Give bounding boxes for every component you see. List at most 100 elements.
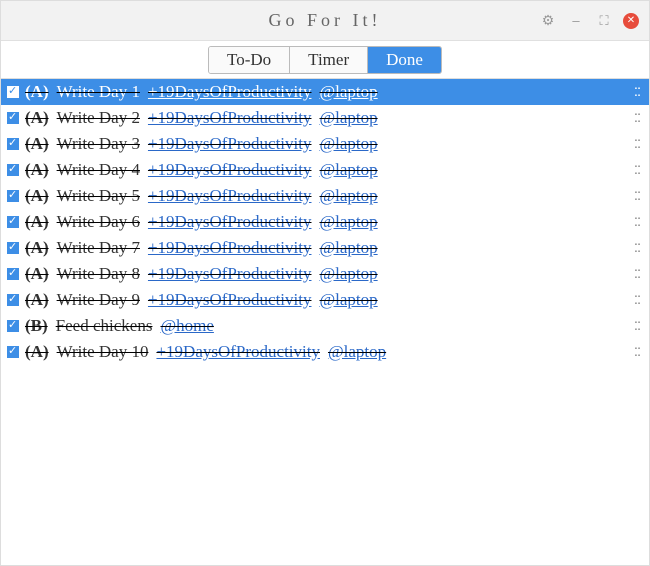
drag-handle-icon[interactable] [627, 189, 641, 203]
task-text: Write Day 1 [57, 82, 140, 102]
task-row[interactable]: (A) Write Day 3 +19DaysOfProductivity @lapt… [1, 131, 649, 157]
task-checkbox[interactable] [7, 346, 19, 358]
task-content: (A) Write Day 7 +19DaysOfProductivity @lapt… [25, 238, 627, 258]
task-context-tag[interactable]: @laptop [319, 160, 377, 180]
drag-handle-icon[interactable] [627, 163, 641, 177]
task-text: Write Day 9 [57, 290, 140, 310]
task-content: (A) Write Day 9 +19DaysOfProductivity @lapt… [25, 290, 627, 310]
task-content: (A) Write Day 3 +19DaysOfProductivity @lapt… [25, 134, 627, 154]
task-checkbox[interactable] [7, 190, 19, 202]
drag-handle-icon[interactable] [627, 293, 641, 307]
task-content: (A) Write Day 1 +19DaysOfProductivity @lapt… [25, 82, 627, 102]
task-priority: (A) [25, 342, 49, 362]
task-text: Write Day 6 [57, 212, 140, 232]
task-text: Feed chickens [56, 316, 153, 336]
task-checkbox[interactable] [7, 112, 19, 124]
task-project-tag[interactable]: +19DaysOfProductivity [148, 264, 312, 284]
task-priority: (A) [25, 212, 49, 232]
task-content: (A) Write Day 10 +19DaysOfProductivity @lap… [25, 342, 627, 362]
task-checkbox[interactable] [7, 268, 19, 280]
task-content: (A) Write Day 8 +19DaysOfProductivity @lapt… [25, 264, 627, 284]
tab-group: To-Do Timer Done [208, 46, 442, 74]
task-project-tag[interactable]: +19DaysOfProductivity [148, 134, 312, 154]
task-priority: (A) [25, 264, 49, 284]
task-context-tag[interactable]: @laptop [319, 238, 377, 258]
task-content: (A) Write Day 5 +19DaysOfProductivity @lapt… [25, 186, 627, 206]
tab-todo[interactable]: To-Do [209, 47, 290, 73]
task-priority: (B) [25, 316, 48, 336]
task-context-tag[interactable]: @home [160, 316, 213, 336]
task-content: (A) Write Day 6 +19DaysOfProductivity @lapt… [25, 212, 627, 232]
drag-handle-icon[interactable] [627, 137, 641, 151]
task-priority: (A) [25, 160, 49, 180]
task-priority: (A) [25, 134, 49, 154]
task-project-tag[interactable]: +19DaysOfProductivity [148, 160, 312, 180]
task-checkbox[interactable] [7, 86, 19, 98]
task-text: Write Day 3 [57, 134, 140, 154]
task-row[interactable]: (A) Write Day 8 +19DaysOfProductivity @lapt… [1, 261, 649, 287]
task-priority: (A) [25, 108, 49, 128]
task-row[interactable]: (A) Write Day 9 +19DaysOfProductivity @lapt… [1, 287, 649, 313]
task-row[interactable]: (A) Write Day 2 +19DaysOfProductivity @lapt… [1, 105, 649, 131]
task-list[interactable]: (A) Write Day 1 +19DaysOfProductivity @lapt… [1, 79, 649, 565]
task-context-tag[interactable]: @laptop [319, 264, 377, 284]
task-text: Write Day 10 [57, 342, 149, 362]
task-priority: (A) [25, 186, 49, 206]
drag-handle-icon[interactable] [627, 319, 641, 333]
task-project-tag[interactable]: +19DaysOfProductivity [148, 212, 312, 232]
task-text: Write Day 4 [57, 160, 140, 180]
task-row[interactable]: (A) Write Day 7 +19DaysOfProductivity @lapt… [1, 235, 649, 261]
task-context-tag[interactable]: @laptop [319, 134, 377, 154]
task-row[interactable]: (A) Write Day 6 +19DaysOfProductivity @lapt… [1, 209, 649, 235]
task-text: Write Day 5 [57, 186, 140, 206]
task-content: (A) Write Day 2 +19DaysOfProductivity @lapt… [25, 108, 627, 128]
tab-timer[interactable]: Timer [290, 47, 368, 73]
task-checkbox[interactable] [7, 320, 19, 332]
maximize-button[interactable]: ⛶ [595, 12, 613, 30]
task-checkbox[interactable] [7, 216, 19, 228]
minimize-button[interactable]: – [567, 12, 585, 30]
task-text: Write Day 2 [57, 108, 140, 128]
task-context-tag[interactable]: @laptop [319, 290, 377, 310]
drag-handle-icon[interactable] [627, 345, 641, 359]
task-project-tag[interactable]: +19DaysOfProductivity [156, 342, 320, 362]
task-context-tag[interactable]: @laptop [319, 82, 377, 102]
task-checkbox[interactable] [7, 294, 19, 306]
task-project-tag[interactable]: +19DaysOfProductivity [148, 186, 312, 206]
drag-handle-icon[interactable] [627, 85, 641, 99]
task-priority: (A) [25, 290, 49, 310]
gear-icon[interactable]: ⚙ [539, 12, 557, 30]
task-context-tag[interactable]: @laptop [319, 108, 377, 128]
task-row[interactable]: (A) Write Day 5 +19DaysOfProductivity @lapt… [1, 183, 649, 209]
task-context-tag[interactable]: @laptop [319, 212, 377, 232]
task-content: (A) Write Day 4 +19DaysOfProductivity @lapt… [25, 160, 627, 180]
window-controls: ⚙ – ⛶ ✕ [539, 12, 649, 30]
task-context-tag[interactable]: @laptop [328, 342, 386, 362]
task-project-tag[interactable]: +19DaysOfProductivity [148, 290, 312, 310]
task-text: Write Day 8 [57, 264, 140, 284]
drag-handle-icon[interactable] [627, 267, 641, 281]
task-project-tag[interactable]: +19DaysOfProductivity [148, 108, 312, 128]
close-button[interactable]: ✕ [623, 13, 639, 29]
task-checkbox[interactable] [7, 242, 19, 254]
app-window: Go For It! ⚙ – ⛶ ✕ To-Do Timer Done (A) W… [0, 0, 650, 566]
task-priority: (A) [25, 238, 49, 258]
task-priority: (A) [25, 82, 49, 102]
task-row[interactable]: (A) Write Day 4 +19DaysOfProductivity @lapt… [1, 157, 649, 183]
task-project-tag[interactable]: +19DaysOfProductivity [148, 82, 312, 102]
titlebar: Go For It! ⚙ – ⛶ ✕ [1, 1, 649, 41]
task-row[interactable]: (A) Write Day 1 +19DaysOfProductivity @lapt… [1, 79, 649, 105]
task-content: (B) Feed chickens @home [25, 316, 627, 336]
task-row[interactable]: (B) Feed chickens @home [1, 313, 649, 339]
tab-done[interactable]: Done [368, 47, 441, 73]
task-checkbox[interactable] [7, 164, 19, 176]
task-text: Write Day 7 [57, 238, 140, 258]
task-project-tag[interactable]: +19DaysOfProductivity [148, 238, 312, 258]
drag-handle-icon[interactable] [627, 111, 641, 125]
task-context-tag[interactable]: @laptop [319, 186, 377, 206]
task-row[interactable]: (A) Write Day 10 +19DaysOfProductivity @lap… [1, 339, 649, 365]
drag-handle-icon[interactable] [627, 241, 641, 255]
task-checkbox[interactable] [7, 138, 19, 150]
drag-handle-icon[interactable] [627, 215, 641, 229]
tab-bar: To-Do Timer Done [1, 41, 649, 79]
